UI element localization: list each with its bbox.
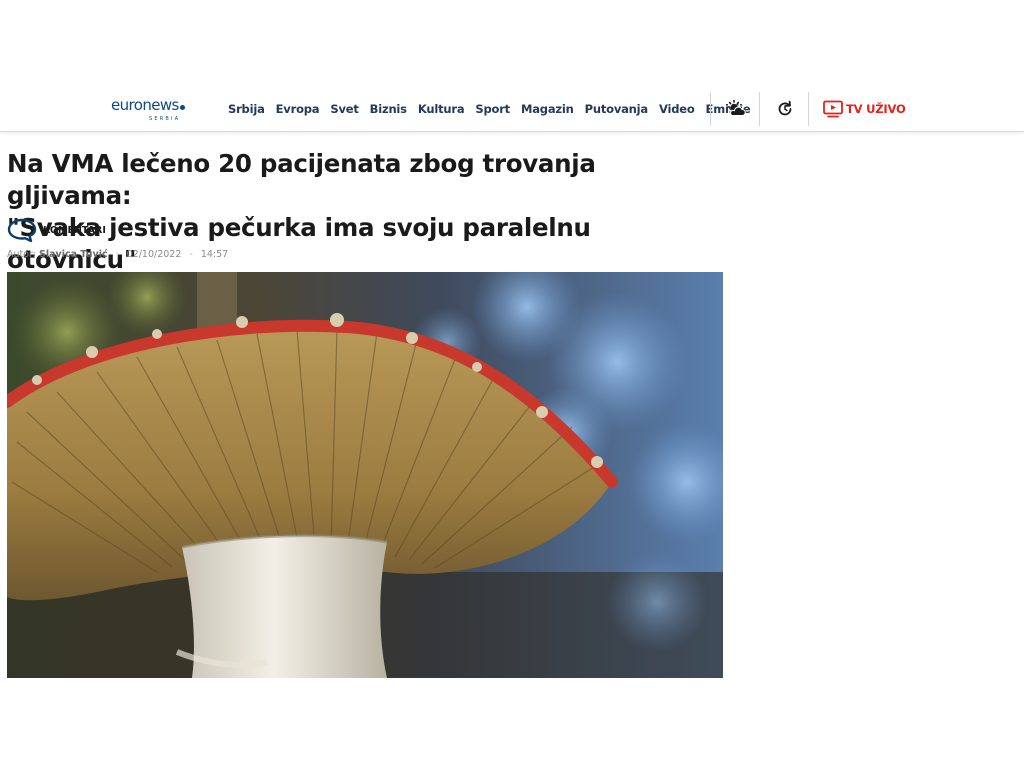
article-title-line1: Na VMA lečeno 20 pacijenata zbog trovanj… bbox=[7, 149, 596, 210]
nav-item-kultura[interactable]: Kultura bbox=[418, 102, 465, 116]
mushroom-photo bbox=[7, 272, 723, 678]
weather-icon[interactable] bbox=[726, 99, 746, 119]
meta-separator: · bbox=[115, 249, 119, 260]
publish-date: 02/10/2022 bbox=[126, 249, 182, 260]
refresh-icon[interactable] bbox=[775, 99, 795, 119]
euronews-logo[interactable]: euronews SERBIA bbox=[111, 96, 201, 124]
comment-bubble-icon bbox=[7, 218, 37, 242]
comments-button[interactable]: KOMENTARI bbox=[7, 218, 106, 242]
hero-image bbox=[7, 272, 723, 678]
tv-live-label: TV UŽIVO bbox=[846, 102, 906, 116]
nav-item-svet[interactable]: Svet bbox=[330, 102, 358, 116]
nav-item-srbija[interactable]: Srbija bbox=[228, 102, 265, 116]
nav-item-putovanja[interactable]: Putovanja bbox=[585, 102, 649, 116]
site-header: euronews SERBIA Srbija Evropa Svet Bizni… bbox=[0, 88, 1024, 132]
author-link[interactable]: Slavica Tuvić bbox=[39, 249, 108, 260]
nav-divider bbox=[710, 92, 711, 126]
nav-item-sport[interactable]: Sport bbox=[475, 102, 510, 116]
tv-live-button[interactable]: TV UŽIVO bbox=[823, 99, 906, 119]
logo-subtitle: SERBIA bbox=[149, 116, 181, 122]
nav-item-evropa[interactable]: Evropa bbox=[276, 102, 320, 116]
comments-label: KOMENTARI bbox=[43, 224, 106, 236]
tv-icon bbox=[823, 100, 843, 118]
main-nav: Srbija Evropa Svet Biznis Kultura Sport … bbox=[228, 88, 761, 130]
refresh-divider bbox=[808, 92, 809, 126]
logo-text: euronews bbox=[111, 96, 185, 114]
weather-divider bbox=[759, 92, 760, 126]
author-prefix: Autor: bbox=[7, 249, 36, 260]
nav-item-biznis[interactable]: Biznis bbox=[370, 102, 407, 116]
nav-item-video[interactable]: Video bbox=[659, 102, 695, 116]
publish-time: 14:57 bbox=[200, 249, 229, 260]
meta-separator: - bbox=[189, 249, 193, 260]
nav-item-magazin[interactable]: Magazin bbox=[521, 102, 574, 116]
article-meta: Autor: Slavica Tuvić · 02/10/2022 - 14:5… bbox=[7, 249, 228, 260]
